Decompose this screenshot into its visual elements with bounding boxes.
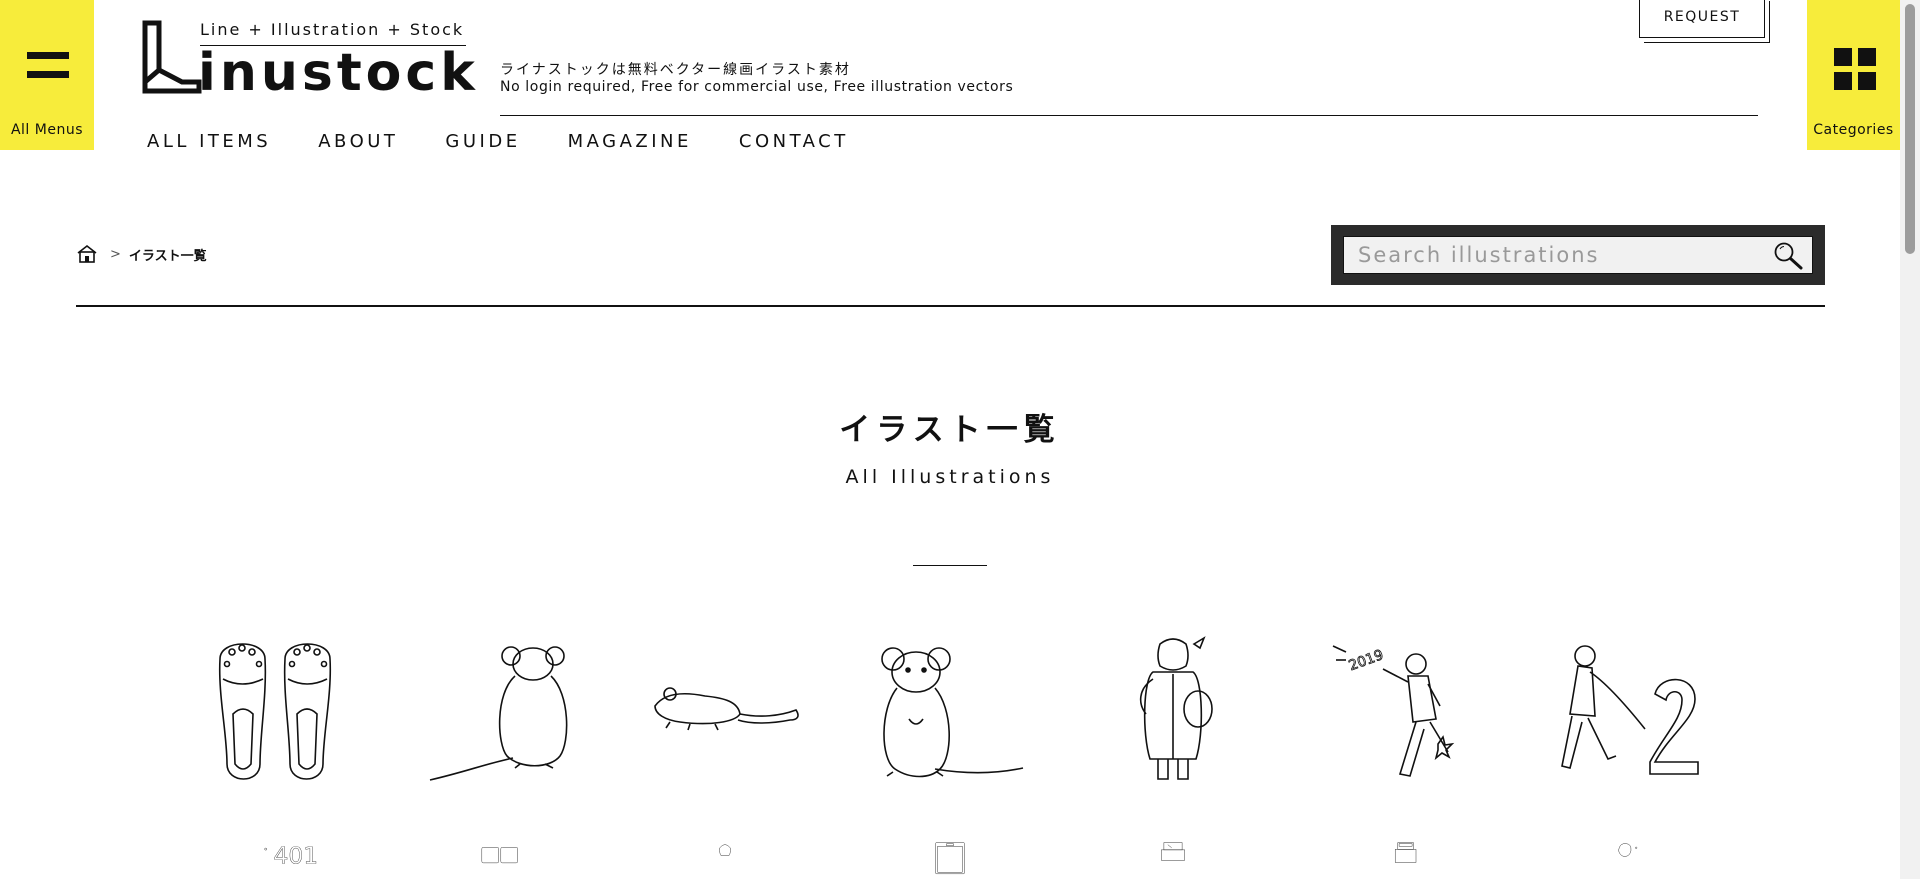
svg-text:401: 401 (274, 841, 319, 869)
search-icon[interactable] (1772, 240, 1804, 270)
logo-l-mark-icon (142, 20, 202, 94)
page-divider (76, 305, 1825, 307)
breadcrumb-separator: > (110, 246, 121, 262)
mouse-running-icon (654, 687, 799, 731)
nav-guide[interactable]: GUIDE (445, 131, 520, 152)
mouse-front-view-icon (881, 647, 1024, 778)
illustration-item[interactable]: 2019 (1328, 634, 1478, 784)
monitor-screen-icon (935, 842, 965, 875)
illustration-item[interactable] (1098, 634, 1248, 784)
cash-register-icon (1161, 842, 1185, 861)
man-kicking-2019-icon: 2019 (1332, 645, 1455, 777)
logo-tagline: Line + Illustration + Stock (200, 20, 465, 39)
nav-magazine[interactable]: MAGAZINE (568, 131, 692, 152)
page-scrollbar[interactable] (1900, 0, 1920, 879)
grid-icon (1834, 48, 1876, 90)
illustration-item[interactable] (1550, 634, 1700, 784)
illustration-item[interactable]: 401 (205, 840, 355, 879)
breadcrumb-current: イラスト一覧 (128, 248, 207, 264)
nav-about[interactable]: ABOUT (318, 131, 398, 152)
home-icon[interactable] (76, 244, 98, 264)
illustration-item[interactable] (1328, 840, 1478, 879)
all-menus-label: All Menus (10, 122, 84, 138)
categories-button[interactable]: Categories (1807, 0, 1900, 150)
illustration-item[interactable] (875, 634, 1025, 784)
logo-wordmark: inustock (198, 43, 479, 103)
title-divider (913, 565, 987, 566)
search-input[interactable] (1344, 237, 1792, 273)
search-field (1343, 236, 1813, 274)
request-button[interactable]: REQUEST (1639, 0, 1765, 38)
illustration-item[interactable] (425, 840, 575, 879)
page-subtitle: All Illustrations (845, 466, 1055, 488)
illustration-item[interactable] (205, 634, 355, 784)
nav-all-items[interactable]: ALL ITEMS (147, 131, 271, 152)
illustration-item[interactable] (1550, 840, 1700, 879)
girl-portrait-icon (719, 844, 731, 856)
scrollbar-thumb[interactable] (1905, 4, 1915, 254)
search-panel (1331, 225, 1825, 285)
nav-contact[interactable]: CONTACT (739, 131, 849, 152)
man-portrait-icon (1618, 843, 1638, 857)
all-menus-button[interactable]: All Menus (0, 0, 94, 150)
digital-clock-icon (481, 847, 518, 864)
header-divider (500, 115, 1758, 116)
ticket-machine-icon (1394, 842, 1417, 863)
breadcrumb: > イラスト一覧 (76, 244, 207, 264)
svg-text:2019: 2019 (1347, 647, 1386, 674)
site-tagline-en: No login required, Free for commercial u… (500, 79, 1014, 95)
hamburger-icon (27, 52, 69, 86)
site-tagline-jp: ライナストックは無料ベクター線画イラスト素材 (500, 62, 851, 78)
mouse-back-view-icon (429, 646, 568, 781)
illustration-item[interactable] (425, 634, 575, 784)
page-title: イラスト一覧 (839, 412, 1061, 448)
illustration-item[interactable] (1098, 840, 1248, 879)
main-nav: ALL ITEMS ABOUT GUIDE MAGAZINE CONTACT (147, 131, 896, 152)
number-401-icon: 401 (264, 841, 319, 870)
illustration-item[interactable] (650, 634, 800, 784)
illustration-item[interactable] (650, 840, 800, 879)
illustration-item[interactable] (875, 840, 1025, 879)
crocs-sandals-icon (218, 643, 332, 780)
man-pulling-number-2-icon (1561, 645, 1699, 775)
categories-label: Categories (1813, 122, 1894, 138)
woman-winter-coat-icon (1139, 636, 1213, 780)
